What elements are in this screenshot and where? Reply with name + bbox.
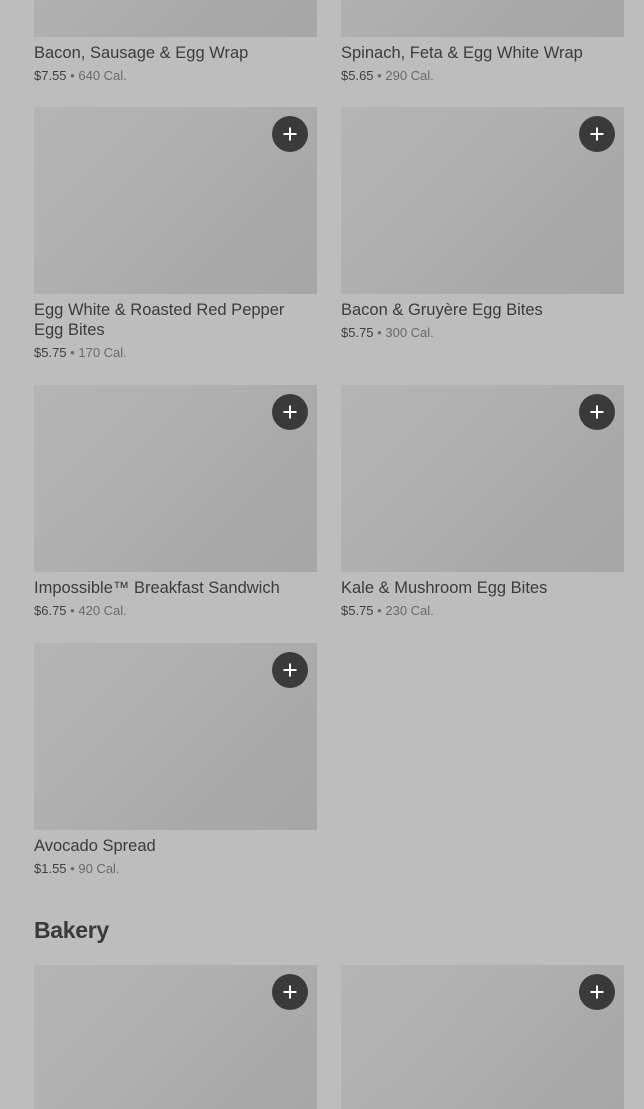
item-meta: $5.75 • 300 Cal. — [341, 325, 624, 341]
meta-separator: • — [70, 345, 75, 360]
item-name: Egg White & Roasted Red Pepper Egg Bites — [34, 301, 285, 339]
item-name: Spinach, Feta & Egg White Wrap — [341, 44, 583, 62]
item-meta: $6.75 • 420 Cal. — [34, 603, 317, 619]
meta-separator: • — [377, 325, 382, 340]
menu-item-card[interactable] — [341, 965, 624, 1109]
menu-item-card[interactable]: Bacon, Sausage & Egg Wrap $7.55 • 640 Ca… — [34, 0, 317, 84]
item-image[interactable] — [341, 965, 624, 1109]
section-title-bakery: Bakery — [34, 917, 109, 943]
add-to-cart-button[interactable] — [579, 974, 615, 1010]
add-to-cart-button[interactable] — [579, 116, 615, 152]
menu-item-card[interactable]: Bacon & Gruyère Egg Bites $5.75 • 300 Ca… — [341, 107, 624, 341]
item-calories: 170 Cal. — [78, 345, 127, 360]
item-price: $6.75 — [34, 603, 67, 618]
meta-separator: • — [377, 68, 382, 83]
menu-item-card[interactable]: Spinach, Feta & Egg White Wrap $5.65 • 2… — [341, 0, 624, 84]
menu-item-card[interactable] — [34, 965, 317, 1109]
item-calories: 420 Cal. — [78, 603, 127, 618]
item-image[interactable] — [341, 0, 624, 37]
item-price: $1.55 — [34, 861, 67, 876]
item-name: Avocado Spread — [34, 837, 156, 855]
meta-separator: • — [70, 68, 75, 83]
item-price: $5.65 — [341, 68, 374, 83]
item-name: Impossible™ Breakfast Sandwich — [34, 579, 280, 597]
item-calories: 300 Cal. — [385, 325, 434, 340]
add-to-cart-button[interactable] — [579, 394, 615, 430]
plus-icon — [590, 127, 604, 141]
item-price: $5.75 — [341, 325, 374, 340]
item-price: $7.55 — [34, 68, 67, 83]
item-meta: $5.75 • 170 Cal. — [34, 345, 317, 361]
item-meta: $1.55 • 90 Cal. — [34, 861, 317, 877]
add-to-cart-button[interactable] — [272, 974, 308, 1010]
item-price: $5.75 — [341, 603, 374, 618]
plus-icon — [283, 127, 297, 141]
menu-item-card[interactable]: Egg White & Roasted Red Pepper Egg Bites… — [34, 107, 317, 361]
meta-separator: • — [70, 861, 75, 876]
item-image[interactable] — [34, 643, 317, 830]
item-calories: 230 Cal. — [385, 603, 434, 618]
item-name: Bacon, Sausage & Egg Wrap — [34, 44, 249, 62]
item-meta: $5.75 • 230 Cal. — [341, 603, 624, 619]
item-image[interactable] — [341, 385, 624, 572]
item-name: Kale & Mushroom Egg Bites — [341, 579, 548, 597]
item-image[interactable] — [34, 107, 317, 294]
item-image[interactable] — [34, 0, 317, 37]
item-image[interactable] — [34, 385, 317, 572]
plus-icon — [590, 405, 604, 419]
menu-page: Bacon, Sausage & Egg Wrap $7.55 • 640 Ca… — [0, 0, 644, 1109]
item-name: Bacon & Gruyère Egg Bites — [341, 301, 543, 319]
item-price: $5.75 — [34, 345, 67, 360]
plus-icon — [590, 985, 604, 999]
item-image[interactable] — [34, 965, 317, 1109]
menu-item-card[interactable]: Kale & Mushroom Egg Bites $5.75 • 230 Ca… — [341, 385, 624, 619]
plus-icon — [283, 985, 297, 999]
add-to-cart-button[interactable] — [272, 652, 308, 688]
menu-item-card[interactable]: Avocado Spread $1.55 • 90 Cal. — [34, 643, 317, 877]
meta-separator: • — [377, 603, 382, 618]
menu-item-card[interactable]: Impossible™ Breakfast Sandwich $6.75 • 4… — [34, 385, 317, 619]
plus-icon — [283, 405, 297, 419]
item-calories: 640 Cal. — [78, 68, 127, 83]
add-to-cart-button[interactable] — [272, 116, 308, 152]
item-calories: 90 Cal. — [78, 861, 120, 876]
add-to-cart-button[interactable] — [272, 394, 308, 430]
item-meta: $5.65 • 290 Cal. — [341, 68, 624, 84]
item-image[interactable] — [341, 107, 624, 294]
item-meta: $7.55 • 640 Cal. — [34, 68, 317, 84]
item-calories: 290 Cal. — [385, 68, 434, 83]
plus-icon — [283, 663, 297, 677]
meta-separator: • — [70, 603, 75, 618]
